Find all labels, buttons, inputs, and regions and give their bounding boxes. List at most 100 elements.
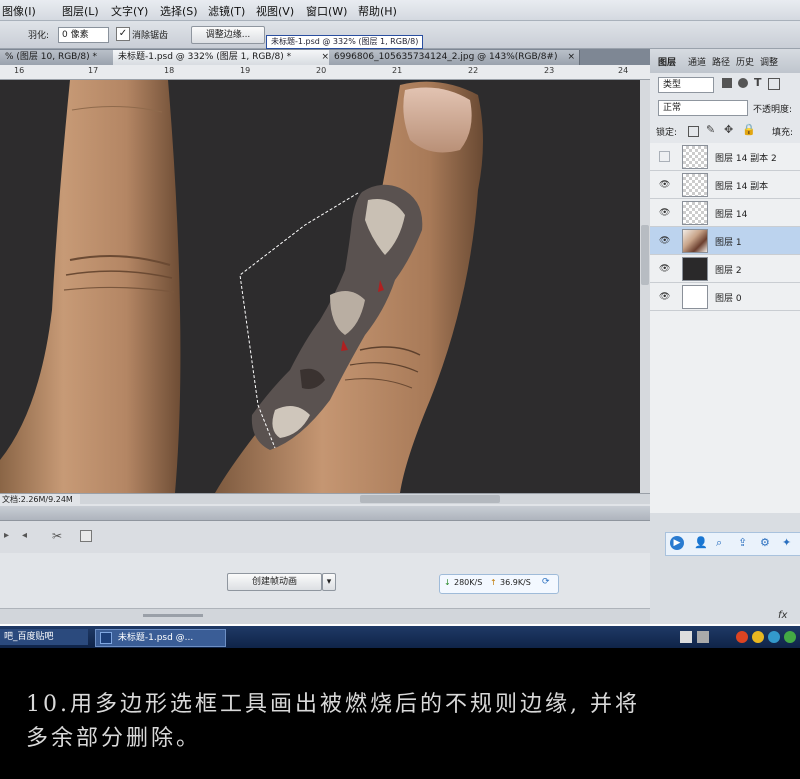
ruler-number: 16 xyxy=(14,66,25,75)
layers-list: 图层 14 副本 2 👁 图层 14 副本 👁 图层 14 👁 图层 1 👁 图… xyxy=(650,143,800,513)
download-icon: ↓ xyxy=(444,578,451,587)
menu-select[interactable]: 选择(S) xyxy=(160,3,198,19)
eye-icon[interactable]: 👁 xyxy=(659,236,670,246)
layer-filter-select[interactable]: 类型 xyxy=(658,77,714,93)
tool-icon[interactable]: ✦ xyxy=(782,536,791,549)
refine-edge-button[interactable]: 调整边缘... xyxy=(191,26,265,44)
tab-history[interactable]: 历史 xyxy=(736,55,754,68)
network-speed-widget: ↓ 280K/S ↑ 36.9K/S ⟳ xyxy=(439,574,559,594)
eye-icon[interactable]: 👁 xyxy=(659,264,670,274)
menu-layer[interactable]: 图层(L) xyxy=(62,3,99,19)
zoom-slider[interactable] xyxy=(143,614,203,617)
eye-icon[interactable]: 👁 xyxy=(659,180,670,190)
ruler-number: 22 xyxy=(468,66,479,75)
layers-panel-tabs: 图层 通道 路径 历史 调整 xyxy=(650,49,800,74)
options-bar: 羽化: 0 像素 ✓ 消除锯齿 调整边缘... 未标题-1.psd @ 332%… xyxy=(0,21,800,49)
chevron-down-icon[interactable]: ▾ xyxy=(322,573,336,591)
ruler-number: 18 xyxy=(164,66,175,75)
play-icon[interactable]: ▶ xyxy=(670,536,684,550)
transition-icon[interactable] xyxy=(80,530,92,542)
visibility-toggle[interactable] xyxy=(659,151,670,162)
doc-size: 文档:2.26M/9.24M xyxy=(2,495,73,504)
layer-filter-row: 类型 T xyxy=(650,73,800,97)
taskbar-item-photoshop[interactable]: 未标题-1.psd @... xyxy=(95,629,226,647)
shape-filter-icon[interactable] xyxy=(768,78,780,90)
tray-app-icon[interactable] xyxy=(752,631,764,643)
caption-line-1: 10.用多边形选框工具画出被燃烧后的不规则边缘, 并将 xyxy=(26,692,640,717)
tab-label: % (图层 10, RGB/8) * xyxy=(5,52,97,62)
image-filter-icon[interactable] xyxy=(722,78,732,88)
tab-layer10[interactable]: % (图层 10, RGB/8) * xyxy=(0,50,118,65)
menu-filter[interactable]: 滤镜(T) xyxy=(208,3,245,19)
fill-label: 填充: xyxy=(772,128,794,138)
keyboard-icon[interactable] xyxy=(697,631,709,643)
layer-name: 图层 1 xyxy=(715,238,742,248)
tray-app-icon[interactable] xyxy=(784,631,796,643)
menu-window[interactable]: 窗口(W) xyxy=(306,3,347,19)
tab-adjustments[interactable]: 调整 xyxy=(760,55,778,68)
search-icon[interactable]: ⌕ xyxy=(716,536,722,550)
tab-untitled-1[interactable]: 未标题-1.psd @ 332% (图层 1, RGB/8) * × xyxy=(113,50,334,65)
ruler-number: 23 xyxy=(544,66,555,75)
tab-jpg[interactable]: 6996806_105635734124_2.jpg @ 143%(RGB/8#… xyxy=(329,50,580,65)
document-canvas[interactable] xyxy=(0,80,640,493)
lock-position-icon[interactable]: ✥ xyxy=(724,123,733,136)
antialias-checkbox[interactable]: ✓ xyxy=(116,27,130,41)
taskbar-item-tieba[interactable]: 吧_百度贴吧 xyxy=(0,629,88,645)
settings-icon[interactable]: ⚙ xyxy=(760,536,770,549)
horizontal-ruler: 16 17 18 19 20 21 22 23 24 xyxy=(0,65,650,80)
step-back-icon[interactable]: ◂ xyxy=(22,530,27,541)
create-frame-animation-button[interactable]: 创建帧动画 xyxy=(227,573,322,591)
tab-channels[interactable]: 通道 xyxy=(688,55,706,68)
menu-help[interactable]: 帮助(H) xyxy=(358,3,397,19)
lock-pixels-icon[interactable]: ✎ xyxy=(706,123,715,136)
layer-row[interactable]: 👁 图层 0 xyxy=(650,283,800,311)
refresh-icon[interactable]: ⟳ xyxy=(542,577,550,587)
feather-input[interactable]: 0 像素 xyxy=(58,27,109,43)
layer-thumbnail xyxy=(682,257,708,281)
user-icon[interactable]: 👤 xyxy=(694,536,708,549)
blend-row: 正常 不透明度: xyxy=(650,97,800,120)
layer-name: 图层 14 副本 xyxy=(715,182,769,192)
layer-row[interactable]: 👁 图层 14 xyxy=(650,199,800,227)
menu-type[interactable]: 文字(Y) xyxy=(111,3,148,19)
menu-bar: 图像(I) 图层(L) 文字(Y) 选择(S) 滤镜(T) 视图(V) 窗口(W… xyxy=(0,0,800,21)
tab-layers[interactable]: 图层 xyxy=(658,55,676,68)
layer-name: 图层 2 xyxy=(715,266,742,276)
timeline-bottom-bar xyxy=(0,608,650,625)
layer-row[interactable]: 👁 图层 14 副本 xyxy=(650,171,800,199)
tab-label: 未标题-1.psd @ 332% (图层 1, RGB/8) * xyxy=(118,52,292,62)
opacity-label: 不透明度: xyxy=(753,105,793,115)
type-filter-icon[interactable]: T xyxy=(754,76,762,89)
adjustment-filter-icon[interactable] xyxy=(738,78,748,88)
layer-row[interactable]: 图层 14 副本 2 xyxy=(650,143,800,171)
feather-label: 羽化: xyxy=(28,31,50,41)
vertical-scroll-thumb[interactable] xyxy=(641,225,649,285)
lock-transparent-icon[interactable] xyxy=(688,126,699,137)
canvas-vertical-scrollbar[interactable] xyxy=(640,80,650,493)
eye-icon[interactable]: 👁 xyxy=(659,208,670,218)
layer-row-selected[interactable]: 👁 图层 1 xyxy=(650,227,800,255)
eye-icon[interactable]: 👁 xyxy=(659,292,670,302)
upload-speed: 36.9K/S xyxy=(500,578,531,587)
antialias-label: 消除锯齿 xyxy=(132,31,169,41)
share-icon[interactable]: ⇪ xyxy=(738,536,747,549)
tray-icon[interactable] xyxy=(680,631,692,643)
fx-icon[interactable]: fx xyxy=(778,610,787,621)
menu-image[interactable]: 图像(I) xyxy=(2,3,36,19)
blend-mode-select[interactable]: 正常 xyxy=(658,100,748,116)
layer-row[interactable]: 👁 图层 2 xyxy=(650,255,800,283)
scissors-icon[interactable]: ✂ xyxy=(52,529,62,543)
menu-view[interactable]: 视图(V) xyxy=(256,3,294,19)
horizontal-scroll-thumb[interactable] xyxy=(360,495,500,503)
tray-app-icon[interactable] xyxy=(736,631,748,643)
close-icon[interactable]: × xyxy=(567,50,575,65)
tab-paths[interactable]: 路径 xyxy=(712,55,730,68)
play-icon[interactable]: ▸ xyxy=(4,530,9,541)
tab-tooltip: 未标题-1.psd @ 332% (图层 1, RGB/8) xyxy=(266,35,424,49)
layer-thumbnail xyxy=(682,173,708,197)
tray-app-icon[interactable] xyxy=(768,631,780,643)
close-icon[interactable]: × xyxy=(321,50,329,65)
ruler-number: 17 xyxy=(88,66,99,75)
lock-all-icon[interactable]: 🔒 xyxy=(742,123,756,136)
